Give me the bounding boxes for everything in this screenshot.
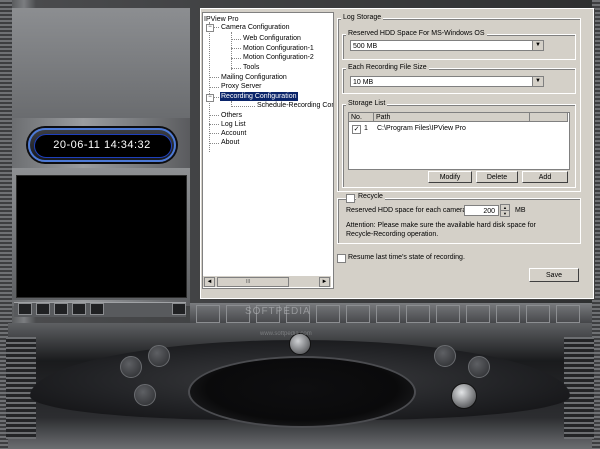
channel-tile[interactable] xyxy=(466,305,490,323)
tree-item-log-list[interactable]: Log List xyxy=(221,120,246,129)
channel-tile[interactable] xyxy=(436,305,460,323)
row-path: C:\Program Files\IPView Pro xyxy=(377,125,466,132)
tree-item-motion-configuration-2[interactable]: Motion Configuration-2 xyxy=(243,53,314,62)
reserved-camera-unit: MB xyxy=(515,207,526,214)
scroll-right-icon[interactable]: ► xyxy=(319,277,330,287)
modify-button[interactable]: Modify xyxy=(428,171,472,183)
left-panel-top xyxy=(12,8,190,118)
reserved-os-select[interactable]: 500 MB ▼ xyxy=(350,40,544,51)
channel-tile[interactable] xyxy=(196,305,220,323)
add-button[interactable]: Add xyxy=(522,171,568,183)
chevron-down-icon[interactable]: ▼ xyxy=(532,77,543,86)
file-size-select[interactable]: 10 MB ▼ xyxy=(350,76,544,87)
tree-item-schedule-recording[interactable]: Schedule-Recording Con xyxy=(257,101,333,110)
table-row[interactable]: ✓ 1 C:\Program Files\IPView Pro xyxy=(349,124,568,134)
video-preview xyxy=(16,175,187,298)
column-header-blank[interactable] xyxy=(530,113,568,122)
attention-line-1: Attention: Please make sure the availabl… xyxy=(346,222,536,229)
column-header-no[interactable]: No. xyxy=(349,113,374,122)
playback-icon[interactable] xyxy=(90,303,104,315)
watermark: SOFTPEDIA xyxy=(245,306,311,317)
channel-tile[interactable] xyxy=(376,305,400,323)
clock-datetime: 20-06-11 14:34:32 xyxy=(53,139,151,151)
recycle-checkbox[interactable] xyxy=(346,194,355,203)
scroll-left-icon[interactable]: ◄ xyxy=(204,277,215,287)
tree-item-others[interactable]: Others xyxy=(221,111,242,120)
recycle-label: Recycle xyxy=(356,193,385,200)
collapse-icon[interactable]: − xyxy=(206,24,214,32)
log-storage-title: Log Storage xyxy=(341,14,384,21)
tree-horizontal-scrollbar[interactable]: ◄ III ► xyxy=(203,275,331,287)
delete-button[interactable]: Delete xyxy=(476,171,518,183)
channel-tile[interactable] xyxy=(406,305,430,323)
column-header-path[interactable]: Path xyxy=(374,113,530,122)
file-size-label: Each Recording File Size xyxy=(346,64,429,71)
tree-item-web-configuration[interactable]: Web Configuration xyxy=(243,34,301,43)
scroll-thumb-grip: III xyxy=(246,279,251,285)
spin-down-icon[interactable]: ▼ xyxy=(500,210,510,217)
grid-view-icon[interactable] xyxy=(18,303,32,315)
camera-icon[interactable] xyxy=(36,303,50,315)
tree-item-proxy-server[interactable]: Proxy Server xyxy=(221,82,261,91)
storage-list-title: Storage List xyxy=(346,100,388,107)
snapshot-icon[interactable] xyxy=(72,303,86,315)
ptz-up-icon[interactable] xyxy=(148,345,170,367)
tree-item-tools[interactable]: Tools xyxy=(243,63,259,72)
center-display xyxy=(188,356,416,428)
tree-item-recording-configuration[interactable]: Recording Configuration xyxy=(220,92,298,101)
reserved-os-label: Reserved HDD Space For MS-Windows OS xyxy=(346,30,487,37)
tree-item-camera-configuration[interactable]: Camera Configuration xyxy=(221,23,289,32)
record-icon[interactable] xyxy=(54,303,68,315)
reserved-camera-label: Reserved HDD space for each camera xyxy=(346,207,467,214)
ptz-down-icon[interactable] xyxy=(134,384,156,406)
channel-tile[interactable] xyxy=(526,305,550,323)
tree-item-account[interactable]: Account xyxy=(221,129,246,138)
tree-item-about[interactable]: About xyxy=(221,138,239,147)
zoom-out-icon[interactable] xyxy=(468,356,490,378)
ptz-left-icon[interactable] xyxy=(120,356,142,378)
save-button[interactable]: Save xyxy=(529,268,579,282)
reserved-camera-input[interactable]: 200 xyxy=(464,205,499,216)
file-size-value: 10 MB xyxy=(353,79,374,86)
tree-item-mailing-configuration[interactable]: Mailing Configuration xyxy=(221,73,287,82)
collapse-icon[interactable]: − xyxy=(206,94,214,102)
row-no: 1 xyxy=(364,125,368,132)
watermark-url: www.softpedia.com xyxy=(260,331,312,337)
attention-line-2: Recycle-Recording operation. xyxy=(346,231,439,238)
row-checkbox[interactable]: ✓ xyxy=(352,125,361,134)
storage-list-table[interactable]: No. Path ✓ 1 C:\Program Files\IPView Pro xyxy=(348,112,570,170)
speaker-grille-right xyxy=(564,337,594,439)
reserved-os-value: 500 MB xyxy=(353,43,378,50)
scroll-thumb[interactable]: III xyxy=(217,277,289,287)
joystick-knob-icon[interactable] xyxy=(451,383,477,409)
expand-icon[interactable] xyxy=(172,303,186,315)
resume-label: Resume last time's state of recording. xyxy=(348,254,465,261)
resume-checkbox[interactable] xyxy=(337,254,346,263)
settings-tree: − − IPView Pro Camera Configuration Web … xyxy=(202,12,334,289)
zoom-in-icon[interactable] xyxy=(434,345,456,367)
channel-tile[interactable] xyxy=(496,305,520,323)
tree-item-motion-configuration-1[interactable]: Motion Configuration-1 xyxy=(243,44,314,53)
chevron-down-icon[interactable]: ▼ xyxy=(532,41,543,50)
channel-tile[interactable] xyxy=(556,305,580,323)
